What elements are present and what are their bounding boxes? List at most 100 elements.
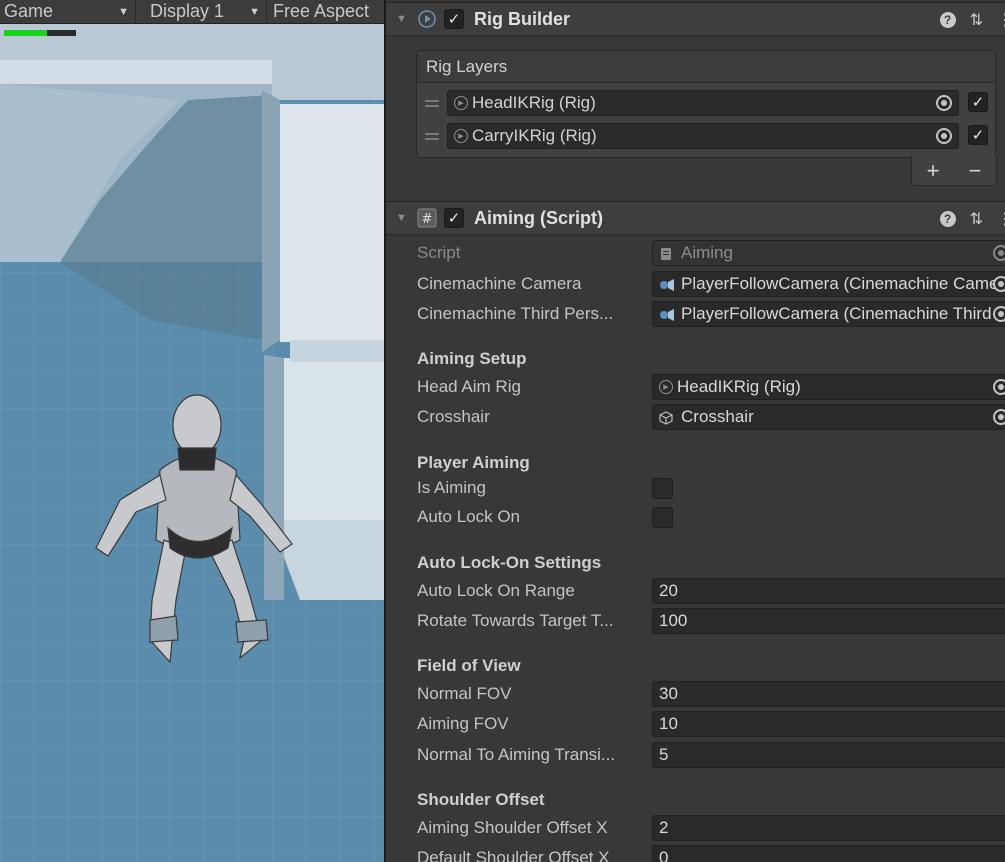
field-of-view-header: Field of View bbox=[417, 656, 521, 675]
rig-builder-enabled-checkbox[interactable]: ✓ bbox=[444, 9, 464, 29]
head-aim-rig-property: Head Aim Rig ▶ HeadIKRig (Rig) bbox=[386, 373, 1005, 401]
crosshair-property: Crosshair Crosshair bbox=[386, 403, 1005, 431]
third-person-label: Cinemachine Third Pers... bbox=[417, 304, 614, 323]
aiming-transition-label: Normal To Aiming Transi... bbox=[417, 745, 616, 764]
aspect-dropdown[interactable]: Free Aspect bbox=[267, 0, 384, 24]
script-field: Aiming bbox=[652, 240, 1005, 266]
foldout-arrow-icon[interactable]: ▼ bbox=[396, 13, 408, 25]
normal-fov-label: Normal FOV bbox=[417, 684, 512, 703]
player-aiming-header: Player Aiming bbox=[417, 453, 530, 472]
aiming-shoulder-x-property: Aiming Shoulder Offset X 2 bbox=[386, 814, 1005, 842]
more-menu-icon[interactable]: ⋮ bbox=[997, 209, 1005, 229]
crosshair-label: Crosshair bbox=[417, 407, 490, 426]
rig-builder-icon bbox=[416, 8, 438, 30]
rig-icon: ▶ bbox=[454, 96, 468, 110]
display-label: Display 1 bbox=[150, 1, 225, 21]
cinemachine-camera-field[interactable]: PlayerFollowCamera (Cinemachine Camera) bbox=[652, 271, 1005, 297]
chevron-down-icon: ▼ bbox=[118, 5, 129, 18]
rig-layer-name: CarryIKRig (Rig) bbox=[472, 126, 597, 145]
script-file-icon bbox=[659, 246, 675, 260]
rig-layer-field[interactable]: ▶ HeadIKRig (Rig) bbox=[447, 90, 959, 116]
auto-lock-range-property: Auto Lock On Range 20 bbox=[386, 577, 1005, 605]
rotate-towards-target-property: Rotate Towards Target T... 100 bbox=[386, 607, 1005, 635]
presets-icon[interactable]: ⇅ bbox=[970, 209, 983, 229]
aiming-shoulder-x-label: Aiming Shoulder Offset X bbox=[417, 818, 608, 837]
head-aim-rig-field[interactable]: ▶ HeadIKRig (Rig) bbox=[652, 374, 1005, 400]
auto-lock-on-property: Auto Lock On bbox=[386, 503, 1005, 531]
aiming-shoulder-x-input[interactable]: 2 bbox=[652, 815, 1005, 841]
aspect-label: Free Aspect bbox=[273, 1, 370, 21]
rotate-towards-target-input[interactable]: 100 bbox=[652, 608, 1005, 634]
object-picker-icon[interactable] bbox=[993, 276, 1005, 292]
progress-fill bbox=[4, 30, 48, 36]
rig-layer-field[interactable]: ▶ CarryIKRig (Rig) bbox=[447, 123, 959, 149]
add-layer-button[interactable]: + bbox=[927, 158, 940, 184]
aiming-setup-header: Aiming Setup bbox=[417, 349, 527, 368]
drag-handle-icon[interactable] bbox=[425, 99, 439, 107]
rig-layer-active-checkbox[interactable]: ✓ bbox=[968, 125, 988, 145]
aiming-fov-property: Aiming FOV 10 bbox=[386, 710, 1005, 738]
normal-fov-property: Normal FOV 30 bbox=[386, 680, 1005, 708]
object-picker-icon[interactable] bbox=[993, 306, 1005, 322]
is-aiming-checkbox[interactable] bbox=[652, 477, 673, 499]
rig-builder-header[interactable]: ▼ ✓ Rig Builder ? ⇅ ⋮ bbox=[386, 2, 1005, 36]
third-person-value: PlayerFollowCamera (Cinemachine Third Pe… bbox=[681, 304, 1005, 323]
object-picker-icon[interactable] bbox=[936, 95, 952, 111]
aiming-fov-input[interactable]: 10 bbox=[652, 711, 1005, 737]
object-picker-icon[interactable] bbox=[936, 128, 952, 144]
default-shoulder-x-label: Default Shoulder Offset X bbox=[417, 848, 610, 862]
head-aim-rig-label: Head Aim Rig bbox=[417, 377, 521, 396]
normal-fov-input[interactable]: 30 bbox=[652, 681, 1005, 707]
aiming-transition-input[interactable]: 5 bbox=[652, 742, 1005, 768]
chevron-down-icon: ▼ bbox=[249, 5, 260, 18]
rig-layer-row[interactable]: ▶ HeadIKRig (Rig) ✓ bbox=[417, 88, 997, 118]
third-person-field[interactable]: PlayerFollowCamera (Cinemachine Third Pe… bbox=[652, 301, 1005, 327]
object-picker-icon bbox=[993, 245, 1005, 261]
object-picker-icon[interactable] bbox=[993, 379, 1005, 395]
aiming-enabled-checkbox[interactable]: ✓ bbox=[444, 208, 464, 228]
remove-layer-button[interactable]: − bbox=[969, 158, 982, 184]
cinemachine-camera-property: Cinemachine Camera PlayerFollowCamera (C… bbox=[386, 270, 1005, 298]
aiming-title: Aiming (Script) bbox=[474, 207, 603, 228]
cinemachine-camera-value: PlayerFollowCamera (Cinemachine Camera) bbox=[681, 274, 1005, 293]
auto-lock-range-label: Auto Lock On Range bbox=[417, 581, 575, 600]
game-scene bbox=[0, 0, 384, 862]
rig-icon: ▶ bbox=[454, 129, 468, 143]
auto-lock-on-checkbox[interactable] bbox=[652, 506, 673, 528]
crosshair-field[interactable]: Crosshair bbox=[652, 404, 1005, 430]
more-menu-icon[interactable]: ⋮ bbox=[997, 10, 1005, 30]
object-picker-icon[interactable] bbox=[993, 409, 1005, 425]
third-person-property: Cinemachine Third Pers... PlayerFollowCa… bbox=[386, 300, 1005, 328]
presets-icon[interactable]: ⇅ bbox=[970, 10, 983, 30]
rig-layers-list: Rig Layers ▶ HeadIKRig (Rig) ✓ ▶ CarryIK… bbox=[416, 50, 996, 158]
script-label: Script bbox=[417, 243, 461, 262]
auto-lock-on-label: Auto Lock On bbox=[417, 507, 521, 526]
cinemachine-camera-label: Cinemachine Camera bbox=[417, 274, 582, 293]
drag-handle-icon[interactable] bbox=[425, 132, 439, 140]
foldout-arrow-icon[interactable]: ▼ bbox=[396, 212, 408, 224]
list-footer: + − bbox=[911, 156, 997, 186]
game-view[interactable]: Game ▼ Display 1 ▼ Free Aspect bbox=[0, 0, 384, 862]
script-property: Script Aiming bbox=[386, 239, 1005, 267]
rig-layer-active-checkbox[interactable]: ✓ bbox=[968, 92, 988, 112]
aiming-transition-property: Normal To Aiming Transi... 5 bbox=[386, 741, 1005, 769]
help-icon[interactable]: ? bbox=[939, 211, 956, 227]
game-tab[interactable]: Game ▼ bbox=[0, 0, 136, 24]
is-aiming-property: Is Aiming bbox=[386, 474, 1005, 502]
rotate-towards-target-label: Rotate Towards Target T... bbox=[417, 611, 614, 630]
aiming-script-header[interactable]: ▼ # ✓ Aiming (Script) ? ⇅ ⋮ bbox=[386, 201, 1005, 235]
help-icon[interactable]: ? bbox=[939, 12, 956, 28]
camera-icon bbox=[659, 277, 675, 291]
rig-builder-title: Rig Builder bbox=[474, 8, 571, 29]
auto-lock-range-input[interactable]: 20 bbox=[652, 578, 1005, 604]
script-icon: # bbox=[416, 207, 438, 229]
default-shoulder-x-input[interactable]: 0 bbox=[652, 845, 1005, 862]
rig-layers-header: Rig Layers bbox=[417, 51, 995, 83]
game-tab-label: Game bbox=[4, 1, 54, 21]
display-dropdown[interactable]: Display 1 ▼ bbox=[136, 0, 267, 24]
rig-layer-row[interactable]: ▶ CarryIKRig (Rig) ✓ bbox=[417, 121, 997, 151]
header-actions: ? ⇅ ⋮ bbox=[939, 3, 1005, 37]
default-shoulder-x-property: Default Shoulder Offset X 0 bbox=[386, 844, 1005, 862]
aiming-fov-label: Aiming FOV bbox=[417, 714, 509, 733]
loading-progress-bar bbox=[4, 30, 76, 36]
